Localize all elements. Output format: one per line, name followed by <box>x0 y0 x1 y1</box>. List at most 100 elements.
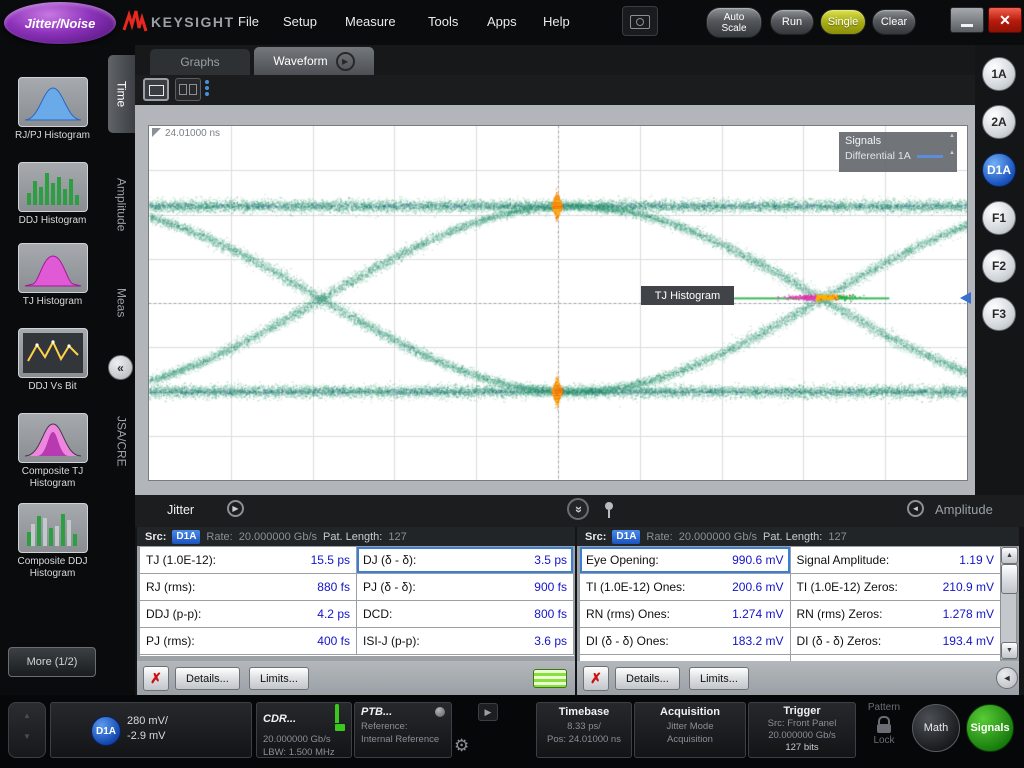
collapse-panels-button[interactable]: ◄ <box>996 667 1018 689</box>
tab-jsa-cre[interactable]: JSA/CRE <box>108 395 135 487</box>
measurement-cell-pj[interactable]: PJ (rms): 400 fs <box>140 628 357 655</box>
trigger-status-box[interactable]: Trigger Src: Front Panel 20.000000 Gb/s … <box>748 702 856 758</box>
channel-button-2a[interactable]: 2A <box>982 105 1016 139</box>
sidebar-item-label: Composite TJ Histogram <box>21 466 84 489</box>
app-mode-badge[interactable]: Jitter/Noise <box>4 2 116 44</box>
scroll-up-button[interactable]: ▲ <box>1001 547 1018 564</box>
amplitude-source-row: Src: D1A Rate: 20.000000 Gb/s Pat. Lengt… <box>577 527 1019 546</box>
delay-triangle-icon <box>152 128 161 137</box>
red-x-icon: ✗ <box>150 670 162 686</box>
more-graphs-button[interactable]: More (1/2) <box>8 647 96 677</box>
sidebar-item-ddj-vs-bit[interactable]: DDJ Vs Bit <box>0 328 105 393</box>
tj-histogram-annotation[interactable]: TJ Histogram <box>641 286 734 305</box>
auto-scale-button[interactable]: Auto Scale <box>706 7 762 38</box>
channel-button-d1a[interactable]: D1A <box>982 153 1016 187</box>
waveform-tab-arrow-icon[interactable]: ▶ <box>335 51 355 71</box>
clear-button[interactable]: Clear <box>872 9 916 35</box>
channel-button-1a[interactable]: 1A <box>982 57 1016 91</box>
menu-measure[interactable]: Measure <box>345 14 396 29</box>
collapse-sidebar-button[interactable]: « <box>108 355 133 380</box>
minimize-button[interactable] <box>950 7 984 33</box>
src-label: Src: <box>585 530 607 543</box>
scroll-thumb[interactable] <box>1001 564 1018 594</box>
run-button[interactable]: Run <box>770 9 814 35</box>
scroll-down-button[interactable]: ▼ <box>1001 642 1018 659</box>
channel-source-badge[interactable]: D1A <box>91 716 121 746</box>
jitter-panel-title[interactable]: Jitter <box>167 503 194 517</box>
jitter-source-row: Src: D1A Rate: 20.000000 Gb/s Pat. Lengt… <box>137 527 575 546</box>
measurement-cell-pj-dd[interactable]: PJ (δ - δ): 900 fs <box>357 574 574 601</box>
ptb-status-box[interactable]: PTB... Reference: Internal Reference <box>354 702 452 758</box>
screenshot-button[interactable] <box>622 6 658 36</box>
menu-help[interactable]: Help <box>543 14 570 29</box>
tab-amplitude[interactable]: Amplitude <box>108 148 135 262</box>
tab-graphs[interactable]: Graphs <box>150 49 250 75</box>
menu-setup[interactable]: Setup <box>283 14 317 29</box>
settings-gear-button[interactable]: ⚙ <box>454 735 476 757</box>
legend-scroll-up-icon[interactable]: ▲ <box>949 133 955 139</box>
amplitude-limits-button[interactable]: Limits... <box>689 667 749 690</box>
measurement-cell-signal-amplitude[interactable]: Signal Amplitude: 1.19 V <box>790 547 1001 574</box>
measurement-cell-di-ones[interactable]: DI (δ - δ) Ones: 183.2 mV <box>580 628 791 655</box>
sidebar-item-rjpj-histogram[interactable]: RJ/PJ Histogram <box>0 77 105 142</box>
sidebar-item-tj-histogram[interactable]: TJ Histogram <box>0 243 105 308</box>
play-button[interactable]: ▶ <box>478 703 498 721</box>
sidebar-item-label: DDJ Histogram <box>18 215 87 226</box>
measurement-cell-ti-ones[interactable]: TI (1.0E-12) Ones: 200.6 mV <box>580 574 791 601</box>
measurement-cell-ddj[interactable]: DDJ (p-p): 4.2 ps <box>140 601 357 628</box>
signals-button[interactable]: Signals <box>966 704 1014 752</box>
measurement-cell-di-zeros[interactable]: DI (δ - δ) Zeros: 193.4 mV <box>790 628 1001 655</box>
channel-status-box[interactable]: D1A 280 mV/ -2.9 mV <box>50 702 252 758</box>
close-button[interactable]: ✕ <box>988 7 1022 33</box>
measurement-cell-rn-ones[interactable]: RN (rms) Ones: 1.274 mV <box>580 601 791 628</box>
amplitude-delete-button[interactable]: ✗ <box>583 666 609 691</box>
more-options-dots-icon[interactable] <box>201 79 213 101</box>
measurement-cell-eye-opening[interactable]: Eye Opening: 990.6 mV <box>580 547 791 574</box>
measurement-cell-tj[interactable]: TJ (1.0E-12): 15.5 ps <box>140 547 357 574</box>
timebase-status-box[interactable]: Timebase 8.33 ps/ Pos: 24.01000 ns <box>536 702 632 758</box>
acquisition-status-box[interactable]: Acquisition Jitter Mode Acquisition <box>634 702 746 758</box>
math-button[interactable]: Math <box>912 704 960 752</box>
channel-button-f3[interactable]: F3 <box>982 297 1016 331</box>
measurement-cell-isij[interactable]: ISI-J (p-p): 3.6 ps <box>357 628 574 655</box>
status-lamp-green <box>533 669 567 688</box>
tab-meas[interactable]: Meas <box>108 269 135 337</box>
eye-diagram-canvas[interactable] <box>149 126 967 480</box>
amplitude-panel-arrow-icon[interactable]: ◄ <box>907 500 924 517</box>
amplitude-panel-title[interactable]: Amplitude <box>935 502 993 517</box>
jitter-panel-arrow-icon[interactable]: ▶ <box>227 500 244 517</box>
measurement-cell-rn-zeros[interactable]: RN (rms) Zeros: 1.278 mV <box>790 601 1001 628</box>
menu-apps[interactable]: Apps <box>487 14 517 29</box>
legend-trace-color-swatch <box>916 154 943 158</box>
signals-legend[interactable]: ▲ ▲ Signals Differential 1A <box>839 132 957 172</box>
amplitude-details-button[interactable]: Details... <box>615 667 680 690</box>
panel-minimize-chevrons-icon[interactable]: « <box>567 498 589 520</box>
legend-scroll-down-icon[interactable]: ▲ <box>949 150 955 156</box>
single-graticule-button[interactable] <box>143 78 169 101</box>
jitter-limits-button[interactable]: Limits... <box>249 667 309 690</box>
statusbar-left-control[interactable]: ▲ ▼ <box>8 702 46 758</box>
sidebar-item-composite-ddj-histogram[interactable]: Composite DDJ Histogram <box>0 503 105 580</box>
measurement-cell-rj[interactable]: RJ (rms): 880 fs <box>140 574 357 601</box>
signal-level-marker-icon[interactable] <box>960 292 971 304</box>
cdr-status-box[interactable]: CDR... 20.000000 Gb/s LBW: 1.500 MHz <box>256 702 352 758</box>
panel-pin-icon[interactable] <box>603 501 615 519</box>
tab-waveform[interactable]: Waveform ▶ <box>254 47 374 75</box>
sidebar-item-composite-tj-histogram[interactable]: Composite TJ Histogram <box>0 413 105 490</box>
measurement-cell-dcd[interactable]: DCD: 800 fs <box>357 601 574 628</box>
measurement-cell-ti-zeros[interactable]: TI (1.0E-12) Zeros: 210.9 mV <box>790 574 1001 601</box>
tab-time[interactable]: Time <box>108 55 135 133</box>
measurement-cell-dj[interactable]: DJ (δ - δ): 3.5 ps <box>357 547 574 574</box>
jitter-details-button[interactable]: Details... <box>175 667 240 690</box>
menu-tools[interactable]: Tools <box>428 14 458 29</box>
split-graticule-button[interactable] <box>175 78 201 101</box>
amplitude-table-scrollbar[interactable]: ▲ ▼ <box>1000 546 1018 660</box>
single-button[interactable]: Single <box>820 9 866 35</box>
sidebar-item-ddj-histogram[interactable]: DDJ Histogram <box>0 162 105 227</box>
red-x-icon: ✗ <box>590 670 602 686</box>
pattern-label: Pattern <box>867 702 901 713</box>
channel-button-f1[interactable]: F1 <box>982 201 1016 235</box>
channel-button-f2[interactable]: F2 <box>982 249 1016 283</box>
menu-file[interactable]: File <box>238 14 259 29</box>
jitter-delete-button[interactable]: ✗ <box>143 666 169 691</box>
